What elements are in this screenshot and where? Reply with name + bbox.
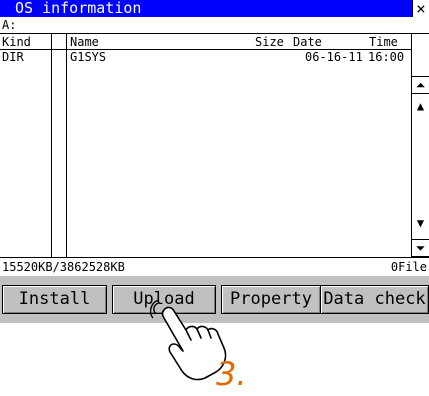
window-title: OS information xyxy=(15,0,142,17)
row-date: 06-16-11 xyxy=(305,50,363,64)
header-size: Size xyxy=(255,35,284,49)
scroll-top-icon[interactable]: ⏶ xyxy=(412,76,429,94)
file-count: 0File xyxy=(390,260,427,274)
row-kind: DIR xyxy=(2,50,24,64)
scroll-bottom-icon[interactable]: ⏷ xyxy=(412,239,429,257)
header-time: Time xyxy=(369,35,398,49)
scroll-down-icon[interactable]: ▼ xyxy=(412,215,429,231)
capacity-text: 15520KB/3862528KB xyxy=(2,260,125,274)
data-check-button[interactable]: Data check xyxy=(320,285,429,314)
row-name: G1SYS xyxy=(70,50,107,64)
step-number: 3. xyxy=(216,355,247,393)
header-date: Date xyxy=(293,35,322,49)
scroll-up-icon[interactable]: ▲ xyxy=(412,98,429,114)
title-bar: OS information × xyxy=(0,0,429,17)
header-kind: Kind xyxy=(2,35,31,49)
column-divider xyxy=(66,34,67,257)
column-divider xyxy=(51,34,52,257)
header-name: Name xyxy=(70,35,99,49)
status-bar: 15520KB/3862528KB 0File xyxy=(0,259,429,275)
row-time: 16:00 xyxy=(368,50,405,64)
os-information-window: OS information × A: Kind Name Size Date … xyxy=(0,0,429,323)
install-button[interactable]: Install xyxy=(2,285,107,314)
drive-label: A: xyxy=(2,18,17,32)
vertical-scrollbar[interactable]: ⏶ ▲ ▼ ⏷ xyxy=(411,34,429,257)
file-table: Kind Name Size Date Time DIR G1SYS 06-16… xyxy=(0,33,429,258)
close-button[interactable]: × xyxy=(412,0,429,17)
